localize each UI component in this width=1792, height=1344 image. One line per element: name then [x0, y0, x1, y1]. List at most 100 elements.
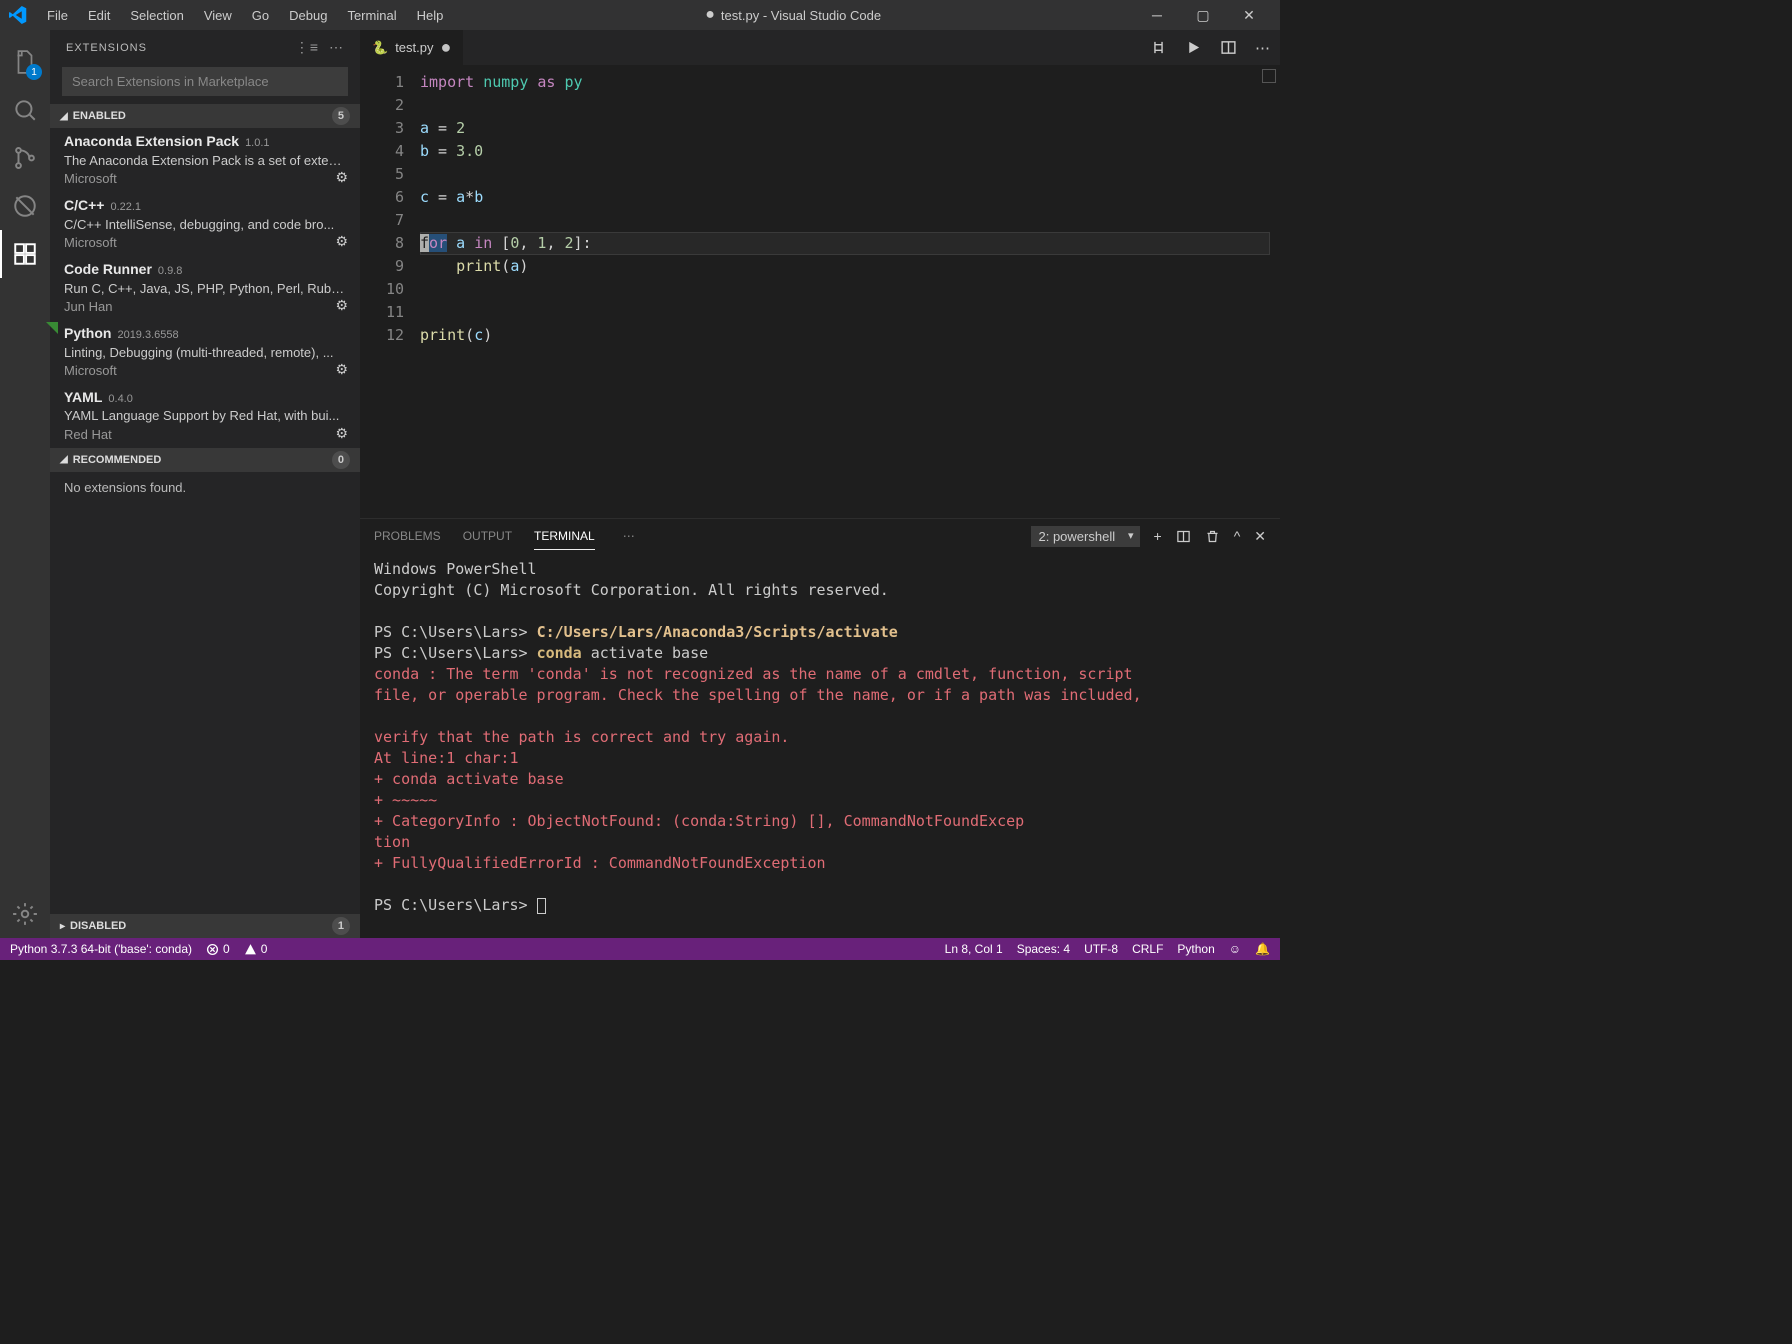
section-enabled[interactable]: ◢ ENABLED 5	[50, 104, 360, 128]
ext-version: 0.4.0	[108, 393, 132, 405]
split-editor-icon[interactable]	[1220, 39, 1237, 56]
terminal-cursor	[537, 898, 546, 914]
terminal-line	[374, 706, 1266, 727]
section-recommended[interactable]: ◢ RECOMMENDED 0	[50, 448, 360, 472]
extension-item[interactable]: C/C++0.22.1C/C++ IntelliSense, debugging…	[50, 192, 360, 256]
search-input[interactable]	[62, 67, 348, 96]
menu-view[interactable]: View	[195, 4, 241, 27]
terminal-line: At line:1 char:1	[374, 748, 1266, 769]
code-body[interactable]: import numpy as py a = 2b = 3.0 c = a*b …	[420, 65, 1280, 518]
code-editor[interactable]: 123456789101112 import numpy as py a = 2…	[360, 65, 1280, 518]
trash-icon[interactable]	[1205, 529, 1220, 544]
feedback-smile-icon[interactable]: ☺	[1229, 942, 1241, 956]
panel-more-icon[interactable]: ⋯	[623, 529, 635, 543]
split-terminal-icon[interactable]	[1176, 529, 1191, 544]
menu-edit[interactable]: Edit	[79, 4, 119, 27]
menu-selection[interactable]: Selection	[121, 4, 192, 27]
terminal-line: + CategoryInfo : ObjectNotFound: (conda:…	[374, 811, 1266, 832]
editor-more-icon[interactable]: ⋯	[1255, 39, 1270, 57]
menu-help[interactable]: Help	[408, 4, 453, 27]
code-line[interactable]: b = 3.0	[420, 140, 1280, 163]
code-line[interactable]	[420, 278, 1280, 301]
panel-tab-terminal[interactable]: TERMINAL	[534, 523, 595, 550]
chevron-down-icon: ◢	[60, 454, 68, 465]
search-icon[interactable]	[0, 86, 50, 134]
ext-name: Code Runner	[64, 261, 152, 277]
status-encoding[interactable]: UTF-8	[1084, 942, 1118, 956]
ext-name: Anaconda Extension Pack	[64, 133, 239, 149]
code-line[interactable]	[420, 301, 1280, 324]
terminal-line: PS C:\Users\Lars> C:/Users/Lars/Anaconda…	[374, 622, 1266, 643]
gear-icon[interactable]: ⚙	[335, 296, 348, 316]
explorer-icon[interactable]: 1	[0, 38, 50, 86]
code-line[interactable]: import numpy as py	[420, 71, 1280, 94]
terminal-line: + FullyQualifiedErrorId : CommandNotFoun…	[374, 853, 1266, 874]
maximize-button[interactable]: ▢	[1180, 0, 1226, 30]
scm-icon[interactable]	[0, 134, 50, 182]
gear-icon[interactable]: ⚙	[335, 232, 348, 252]
close-button[interactable]: ✕	[1226, 0, 1272, 30]
gear-icon[interactable]: ⚙	[335, 424, 348, 444]
ext-desc: YAML Language Support by Red Hat, with b…	[64, 407, 346, 425]
activity-badge: 1	[26, 64, 42, 80]
status-errors[interactable]: 0	[206, 942, 230, 956]
status-python[interactable]: Python 3.7.3 64-bit ('base': conda)	[10, 942, 192, 956]
code-line[interactable]	[420, 209, 1280, 232]
code-line[interactable]: a = 2	[420, 117, 1280, 140]
gear-icon[interactable]: ⚙	[335, 360, 348, 380]
terminal-line: Windows PowerShell	[374, 559, 1266, 580]
new-terminal-icon[interactable]: +	[1154, 528, 1162, 544]
python-file-icon: 🐍	[372, 40, 388, 56]
terminal-line: PS C:\Users\Lars>	[374, 895, 1266, 916]
extension-item[interactable]: YAML0.4.0YAML Language Support by Red Ha…	[50, 384, 360, 448]
minimize-button[interactable]: ─	[1134, 0, 1180, 30]
run-icon[interactable]	[1185, 39, 1202, 56]
vscode-logo-icon	[8, 5, 28, 25]
ext-desc: Linting, Debugging (multi-threaded, remo…	[64, 344, 346, 362]
extension-item[interactable]: Python2019.3.6558Linting, Debugging (mul…	[50, 320, 360, 384]
extension-item[interactable]: Code Runner0.9.8Run C, C++, Java, JS, PH…	[50, 256, 360, 320]
terminal-body[interactable]: Windows PowerShellCopyright (C) Microsof…	[360, 553, 1280, 938]
panel-tab-output[interactable]: OUTPUT	[463, 523, 512, 549]
sidebar: EXTENSIONS ⋮≡ ⋯ ◢ ENABLED 5 Anaconda Ext…	[50, 30, 360, 938]
status-spaces[interactable]: Spaces: 4	[1017, 942, 1070, 956]
maximize-panel-icon[interactable]: ^	[1234, 528, 1241, 544]
status-warnings[interactable]: 0	[244, 942, 268, 956]
status-language[interactable]: Python	[1177, 942, 1214, 956]
code-line[interactable]	[420, 94, 1280, 117]
terminal-line: PS C:\Users\Lars> conda activate base	[374, 643, 1266, 664]
notifications-bell-icon[interactable]: 🔔	[1255, 942, 1270, 956]
menu-go[interactable]: Go	[243, 4, 278, 27]
close-panel-icon[interactable]: ✕	[1254, 528, 1266, 545]
menu-debug[interactable]: Debug	[280, 4, 336, 27]
settings-gear-icon[interactable]	[0, 890, 50, 938]
status-ln-col[interactable]: Ln 8, Col 1	[945, 942, 1003, 956]
terminal-select[interactable]: 2: powershell	[1031, 526, 1140, 547]
ext-name: Python	[64, 325, 111, 341]
code-line[interactable]: for a in [0, 1, 2]:	[420, 232, 1280, 255]
clear-icon[interactable]: ⋮≡	[295, 39, 319, 56]
star-badge-icon	[46, 322, 58, 334]
status-eol[interactable]: CRLF	[1132, 942, 1163, 956]
extension-item[interactable]: Anaconda Extension Pack1.0.1The Anaconda…	[50, 128, 360, 192]
terminal-line: file, or operable program. Check the spe…	[374, 685, 1266, 706]
section-disabled[interactable]: ▸ DISABLED 1	[50, 914, 360, 938]
ext-publisher: Microsoft	[64, 234, 346, 252]
enabled-count-badge: 5	[332, 107, 350, 125]
terminal-line: + conda activate base	[374, 769, 1266, 790]
code-line[interactable]: c = a*b	[420, 186, 1280, 209]
panel-tab-problems[interactable]: PROBLEMS	[374, 523, 441, 549]
terminal-line: + ~~~~~	[374, 790, 1266, 811]
recommended-count-badge: 0	[332, 451, 350, 469]
debug-icon[interactable]	[0, 182, 50, 230]
compare-icon[interactable]	[1150, 39, 1167, 56]
code-line[interactable]: print(c)	[420, 324, 1280, 347]
gear-icon[interactable]: ⚙	[335, 168, 348, 188]
menu-file[interactable]: File	[38, 4, 77, 27]
extensions-icon[interactable]	[0, 230, 50, 278]
code-line[interactable]: print(a)	[420, 255, 1280, 278]
tab-test-py[interactable]: 🐍 test.py ●	[360, 30, 464, 65]
code-line[interactable]	[420, 163, 1280, 186]
more-icon[interactable]: ⋯	[329, 39, 344, 56]
menu-terminal[interactable]: Terminal	[338, 4, 405, 27]
